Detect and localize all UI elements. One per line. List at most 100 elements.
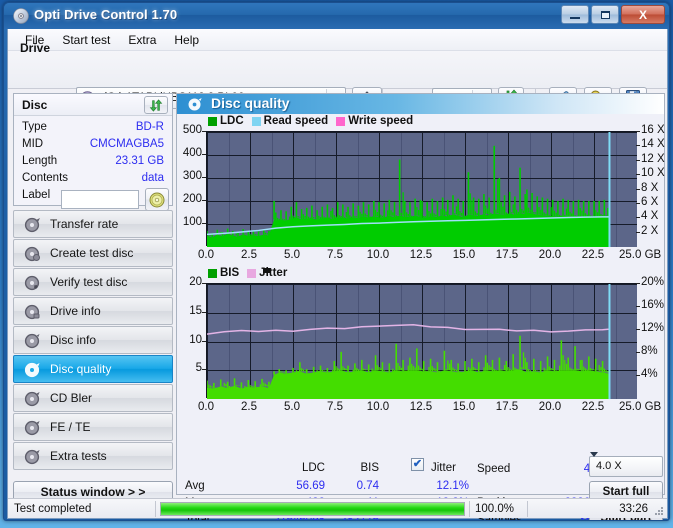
disc-info-box: Disc Type BD-R MID CMCMAGBA5 Length 23.3… [13,93,173,211]
sidebar-item-transfer-rate[interactable]: Transfer rate [13,210,173,238]
nav-list: Transfer rate Create test disc Verify te… [13,210,173,470]
legend-entry: Write speed [336,115,413,127]
progress-bar-fill [161,503,464,515]
chart-legend: BIS Jitter [208,267,291,279]
disc-quality-icon [24,362,41,378]
x-axis-tick-label: 25.0 GB [619,249,662,261]
stats-ldc-avg: 56.69 [296,480,325,492]
sidebar-item-disc-quality[interactable]: Disc quality [13,355,173,383]
y2-axis-tick-mark [636,329,640,330]
panel-header: Disc quality [177,94,664,114]
sidebar-item-drive-info[interactable]: Drive info [13,297,173,325]
y-axis-tick-label: 500 [182,124,202,136]
disc-verify-icon [24,275,41,291]
close-button[interactable]: X [621,5,665,24]
menu-item-help[interactable]: Help [165,31,208,49]
test-speed-select[interactable]: 4.0 X [589,452,663,477]
window-controls: X [561,5,665,24]
sidebar-item-cd-bler[interactable]: CD Bler [13,384,173,412]
disc-box-header: Disc [14,94,172,116]
y2-axis-tick-mark [636,231,640,233]
x-axis-tick-label: 22.5 [581,401,605,413]
y-axis-tick-label: 5 [195,362,202,375]
y-axis-tick-mark [202,200,206,201]
disc-label-input[interactable] [61,190,139,209]
y-axis-tick-label: 200 [182,193,202,205]
sidebar-item-label: CD Bler [50,391,93,405]
sidebar-item-label: Create test disc [50,246,134,260]
x-axis-tick-label: 7.5 [327,249,343,261]
minimize-button[interactable] [561,5,589,24]
legend-entry: BIS [208,267,239,279]
disc-quality-panel: Disc quality LDC Read speed Write speed 10 0… [176,93,665,520]
disc-refresh-button[interactable] [144,96,168,114]
x-axis-tick-label: 15.0 [452,249,476,261]
y2-axis-tick-label: 12 X [641,152,665,165]
menu-item-start-test[interactable]: Start test [53,31,119,49]
sidebar-item-label: Disc info [50,333,97,347]
menu-item-extra[interactable]: Extra [119,31,165,49]
y2-axis-tick-mark [636,283,640,284]
stats-jitter-avg: 12.1% [436,480,469,492]
y2-axis-tick-mark [636,174,640,176]
cursor-line [608,132,611,247]
resize-grip[interactable] [653,505,665,517]
chart-plot-area [206,283,637,399]
stats-bis-avg: 0.74 [356,480,379,492]
y-axis-tick-label: 20 [189,276,202,288]
sidebar-item-label: Verify test disc [50,275,128,289]
app-disc-icon [13,8,29,24]
status-divider-1 [155,501,156,517]
y2-axis-tick-mark [636,352,640,353]
legend-swatch [208,116,217,126]
y2-axis-tick-mark [636,159,640,161]
jitter-checkbox[interactable]: ✔ [411,458,424,471]
disc-row-value: data [141,172,164,184]
y-axis-tick-label: 10 [189,333,202,346]
sidebar-item-fe-te[interactable]: FE / TE [13,413,173,441]
y-axis-tick-mark [202,177,206,178]
stats-col-header-ldc: LDC [301,462,325,474]
y2-axis-tick-mark [636,131,640,132]
sidebar-item-disc-info[interactable]: Disc info [13,326,173,354]
y-axis-tick-label: 15 [189,304,202,317]
maximize-button[interactable] [591,5,619,24]
status-divider-2 [469,501,470,517]
stats-col-header-bis: BIS [360,462,379,474]
x-axis-tick-label: 0.0 [198,249,214,261]
cursor-line [608,284,611,399]
y2-axis-tick-label: 16 X [641,124,665,136]
y2-axis-tick-mark [636,145,640,147]
y2-axis-tick-mark [636,375,640,376]
x-axis-tick-label: 0.0 [198,401,214,413]
sidebar-item-create-test-disc[interactable]: Create test disc [13,239,173,267]
disc-row-key: Contents [22,172,69,184]
x-axis-tick-label: 7.5 [327,401,343,413]
x-axis-tick-label: 5.0 [284,249,300,261]
disc-row-value: CMCMAGBA5 [89,138,164,150]
x-axis-tick-label: 17.5 [495,401,519,413]
legend-swatch [208,268,217,278]
sidebar-item-label: Disc quality [50,362,112,376]
sidebar-item-label: Transfer rate [50,217,119,231]
legend-label: Write speed [348,115,414,127]
y2-axis-tick-mark [636,202,640,204]
y2-axis-tick-mark [636,188,640,190]
sidebar-item-verify-test-disc[interactable]: Verify test disc [13,268,173,296]
y2-axis-tick-label: 16% [641,299,665,311]
x-axis-tick-label: 2.5 [241,249,257,261]
legend-label: LDC [220,115,244,127]
disc-drive-info-icon [24,304,41,320]
x-axis-tick-label: 12.5 [409,249,433,261]
legend-swatch [336,116,346,126]
sidebar-item-label: Drive info [50,304,101,318]
y2-axis-tick-label: 6 X [641,195,659,208]
sidebar-item-extra-tests[interactable]: Extra tests [13,442,173,470]
screen: Opti Drive Control 1.70 X File Start tes… [0,0,673,528]
y2-axis-tick-mark [636,306,640,307]
x-axis-tick-label: 20.0 [538,401,562,413]
stats-row-header-avg: Avg [185,480,205,492]
disc-row-value: 23.31 GB [115,155,164,167]
x-axis-tick-label: 2.5 [241,401,257,413]
legend-label: Read speed [263,115,329,127]
